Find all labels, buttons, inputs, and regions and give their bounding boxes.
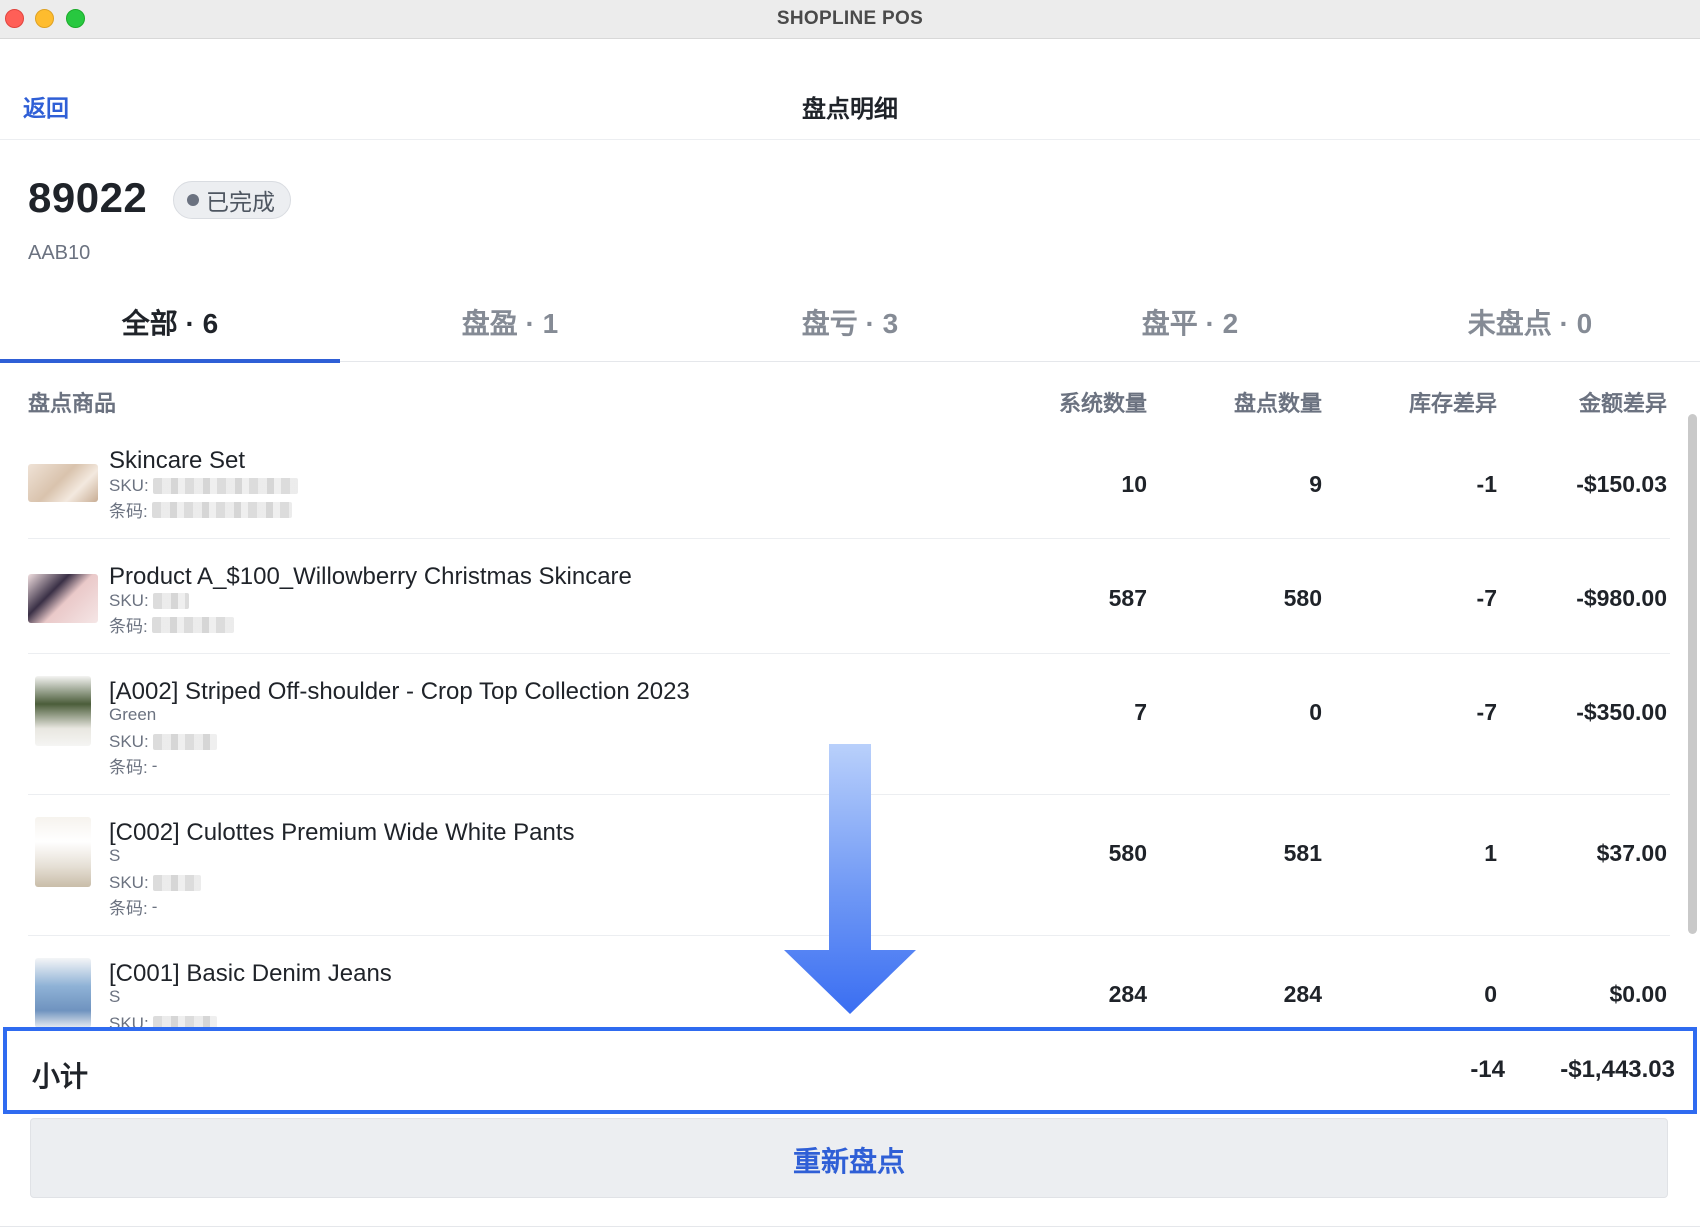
product-name: Skincare Set [109,447,246,474]
count-qty: 284 [1283,981,1322,1007]
product-name: [C001] Basic Denim Jeans [109,960,392,987]
tab-surplus[interactable]: 盘盈 · 1 [340,280,680,362]
product-sku: SKU: [109,873,201,893]
product-sku: SKU: [109,732,217,752]
product-sku: SKU: [109,476,298,496]
stocktake-number: 89022 [28,174,148,221]
subtotal-amount-diff: -$1,443.03 [1560,1056,1675,1083]
window-title: SHOPLINE POS [776,8,924,29]
bottom-divider [0,1226,1700,1227]
amount-diff: -$350.00 [1576,699,1667,725]
product-barcode: 条码: - [109,894,157,919]
amount-diff: $0.00 [1609,981,1667,1007]
barcode-label: 条码: [109,758,148,777]
barcode-value: - [151,755,158,775]
store-code: AAB10 [28,242,91,264]
column-header-system-qty: 系统数量 [1058,391,1147,416]
count-qty: 0 [1309,699,1322,725]
status-badge: 已完成 [173,181,291,219]
barcode-redacted [151,616,234,633]
down-arrow-icon [784,744,916,1014]
product-variant: S [109,987,121,1006]
product-variant: Green [109,705,157,724]
product-thumbnail [35,958,91,1027]
page-title: 盘点明细 [802,96,898,123]
stock-diff: -7 [1476,699,1497,725]
stock-diff: -1 [1476,471,1497,497]
tab-all[interactable]: 全部 · 6 [0,280,340,363]
sku-redacted [152,478,298,494]
sku-redacted [152,1016,217,1027]
amount-diff: $37.00 [1596,840,1667,866]
status-dot-icon [187,194,199,206]
product-name: [A002] Striped Off-shoulder - Crop Top C… [109,678,690,705]
subtotal-label: 小计 [32,1061,89,1092]
system-qty: 580 [1108,840,1147,866]
filter-tabs: 全部 · 6 盘盈 · 1 盘亏 · 3 盘平 · 2 未盘点 · 0 [0,280,1700,363]
count-qty: 9 [1309,471,1322,497]
sku-label: SKU: [109,732,149,751]
system-qty: 7 [1134,699,1147,725]
product-sku: SKU: [109,591,189,611]
sku-redacted [152,875,201,891]
stock-diff: 0 [1484,981,1497,1007]
table-row[interactable]: Product A_$100_Willowberry Christmas Ski… [28,539,1670,654]
stock-diff: -7 [1476,585,1497,611]
system-qty: 587 [1108,585,1147,611]
product-barcode: 条码: [109,497,292,522]
sku-redacted [152,593,189,609]
table-row[interactable]: Skincare Set SKU: 条码: 10 9 -1 -$150.03 [28,422,1670,539]
status-label: 已完成 [206,189,275,215]
sku-label: SKU: [109,1014,149,1027]
system-qty: 10 [1121,471,1147,497]
recount-button[interactable]: 重新盘点 [30,1118,1668,1198]
system-qty: 284 [1108,981,1147,1007]
column-header-stock-diff: 库存差异 [1408,391,1497,416]
barcode-value: - [151,896,158,916]
product-thumbnail [28,574,98,623]
product-name: Product A_$100_Willowberry Christmas Ski… [109,563,632,590]
nav-bar: 返回 盘点明细 [0,39,1700,140]
column-header-product: 盘点商品 [28,391,117,416]
tab-balanced[interactable]: 盘平 · 2 [1020,280,1360,362]
sku-label: SKU: [109,873,149,892]
sku-redacted [152,734,217,750]
count-qty: 581 [1283,840,1322,866]
barcode-label: 条码: [109,502,148,521]
amount-diff: -$980.00 [1576,585,1667,611]
column-header-amount-diff: 金额差异 [1578,391,1667,416]
barcode-label: 条码: [109,617,148,636]
count-qty: 580 [1283,585,1322,611]
subtotal-stock-diff: -14 [1470,1056,1505,1083]
product-barcode: 条码: [109,612,234,637]
scrollbar[interactable] [1688,414,1697,934]
column-header-count-qty: 盘点数量 [1233,391,1322,416]
subtotal-row: 小计 -14 -$1,443.03 [3,1027,1697,1114]
barcode-label: 条码: [109,899,148,918]
tab-uncounted[interactable]: 未盘点 · 0 [1360,280,1700,362]
stock-diff: 1 [1484,840,1497,866]
product-barcode: 条码: - [109,753,157,778]
product-variant: S [109,846,121,865]
product-name: [C002] Culottes Premium Wide White Pants [109,819,575,846]
product-sku: SKU: [109,1014,217,1027]
sku-label: SKU: [109,591,149,610]
product-thumbnail [28,464,98,502]
barcode-redacted [151,501,292,518]
product-thumbnail [35,676,91,746]
product-thumbnail [35,817,91,887]
amount-diff: -$150.03 [1576,471,1667,497]
sku-label: SKU: [109,476,149,495]
window-title-bar: SHOPLINE POS [0,0,1700,39]
tab-shortage[interactable]: 盘亏 · 3 [680,280,1020,362]
